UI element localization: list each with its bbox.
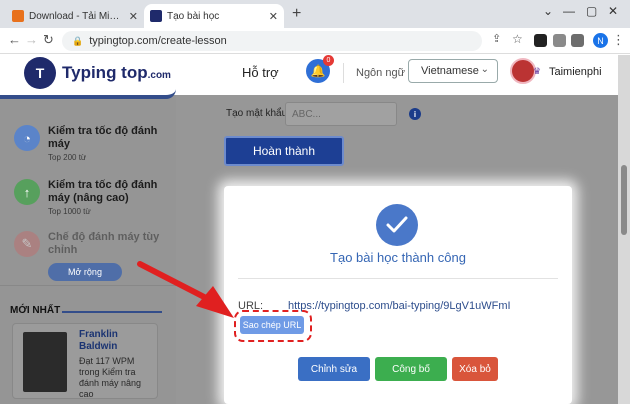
sidebar-item-sub: Top 200 từ: [48, 153, 87, 162]
check-icon: [376, 204, 418, 246]
divider: [0, 285, 176, 286]
sidebar-item-title: Kiểm tra tốc độ đánh máy (nâng cao): [48, 179, 158, 204]
forward-icon[interactable]: →: [25, 32, 38, 47]
scrollbar-thumb[interactable]: [621, 165, 627, 235]
latest-user-name[interactable]: Franklin Baldwin: [79, 329, 139, 353]
url-field[interactable]: 🔒 typingtop.com/create-lesson: [62, 31, 482, 51]
sidebar: ◔ Kiểm tra tốc độ đánh máy Top 200 từ ↑ …: [0, 95, 176, 404]
lesson-url[interactable]: https://typingtop.com/bai-typing/9LgV1uW…: [288, 300, 511, 312]
password-label: Tạo mật khẩu:: [226, 108, 290, 119]
notification-button[interactable]: 🔔 0: [306, 55, 334, 83]
maximize-icon[interactable]: ▢: [586, 4, 597, 18]
divider: [343, 63, 344, 83]
edit-button[interactable]: Chỉnh sửa: [298, 357, 370, 381]
language-label: Ngôn ngữ: [356, 67, 405, 79]
share-icon[interactable]: ⇪: [492, 32, 501, 45]
puzzle-icon[interactable]: [571, 34, 584, 47]
typingtop-favicon-icon: [150, 10, 162, 22]
logo-icon[interactable]: T: [24, 57, 56, 89]
url-text: typingtop.com/create-lesson: [89, 35, 227, 47]
close-window-icon[interactable]: ✕: [608, 4, 618, 18]
language-select[interactable]: Vietnamese ⌄: [408, 59, 498, 83]
support-link[interactable]: Hỗ trợ: [242, 65, 279, 80]
sidebar-item-sub: Top 1000 từ: [48, 207, 91, 216]
crown-icon: ♛: [533, 66, 542, 76]
success-card: Tạo bài học thành công URL: https://typi…: [224, 186, 572, 404]
expand-button[interactable]: Mở rộng: [48, 263, 122, 281]
sidebar-top-border: [0, 87, 176, 99]
sidebar-item-custom-mode[interactable]: ✎ Chế độ đánh máy tùy chỉnh: [14, 231, 164, 257]
reload-icon[interactable]: ↻: [43, 32, 54, 48]
sidebar-item-title: Kiểm tra tốc độ đánh máy: [48, 125, 158, 150]
logo-text[interactable]: Typing top.com: [62, 63, 171, 83]
profile-avatar[interactable]: N: [593, 33, 608, 48]
tab-label: Tạo bài học: [167, 10, 220, 22]
finish-button[interactable]: Hoàn thành: [224, 136, 344, 166]
highlight-box: [234, 310, 312, 342]
success-message: Tạo bài học thành công: [330, 250, 466, 265]
language-value: Vietnamese: [421, 65, 479, 77]
timer-icon: ◔: [14, 125, 40, 151]
sidebar-item-advanced-test[interactable]: ↑ Kiểm tra tốc độ đánh máy (nâng cao) To…: [14, 179, 164, 216]
custom-icon: ✎: [14, 231, 40, 257]
extension-icon[interactable]: [553, 34, 566, 47]
back-icon[interactable]: ←: [8, 32, 21, 47]
bookmark-star-icon[interactable]: ☆: [512, 32, 523, 46]
latest-card[interactable]: Franklin Baldwin Đạt 117 WPM trong Kiểm …: [12, 323, 158, 399]
close-tab-icon[interactable]: ✕: [129, 10, 138, 23]
bell-icon: 🔔: [310, 64, 326, 78]
arrow-up-icon: ↑: [14, 179, 40, 205]
latest-description: Đạt 117 WPM trong Kiểm tra đánh máy nâng…: [79, 356, 142, 399]
new-tab-icon[interactable]: +: [292, 5, 301, 23]
download-favicon-icon: [12, 10, 24, 22]
lock-icon: 🔒: [72, 35, 84, 46]
username[interactable]: Taimienphi: [549, 66, 602, 78]
tab-download[interactable]: Download - Tải Miễn Phí VN - Ph ✕: [6, 4, 144, 28]
heading-underline: [62, 311, 162, 313]
chevron-down-icon: ⌄: [480, 64, 489, 75]
sidebar-item-typing-test[interactable]: ◔ Kiểm tra tốc độ đánh máy Top 200 từ: [14, 125, 164, 162]
minimize-icon[interactable]: —: [563, 4, 575, 18]
publish-button[interactable]: Công bố: [375, 357, 447, 381]
tab-create-lesson[interactable]: Tạo bài học ✕: [144, 4, 284, 28]
address-bar: ← → ↻ 🔒 typingtop.com/create-lesson ⇪ ☆ …: [0, 28, 630, 54]
chevron-down-icon[interactable]: ⌄: [543, 4, 553, 18]
delete-button[interactable]: Xóa bỏ: [452, 357, 498, 381]
latest-avatar-image: [23, 332, 67, 392]
divider: [238, 278, 558, 279]
more-menu-icon[interactable]: ⋮: [612, 32, 625, 48]
close-tab-icon[interactable]: ✕: [269, 10, 278, 23]
info-icon[interactable]: i: [409, 108, 421, 120]
sidebar-item-title: Chế độ đánh máy tùy chỉnh: [48, 231, 160, 256]
logo-suffix: .com: [147, 70, 171, 81]
logo-name: Typing top: [62, 63, 148, 82]
extension-check-icon[interactable]: [534, 34, 547, 47]
latest-heading: MỚI NHẤT: [10, 305, 61, 316]
tab-bar: Download - Tải Miễn Phí VN - Ph ✕ Tạo bà…: [0, 0, 630, 28]
notification-badge: 0: [323, 55, 334, 66]
tab-label: Download - Tải Miễn Phí VN - Ph: [29, 10, 124, 22]
password-input[interactable]: ABC...: [285, 102, 397, 126]
